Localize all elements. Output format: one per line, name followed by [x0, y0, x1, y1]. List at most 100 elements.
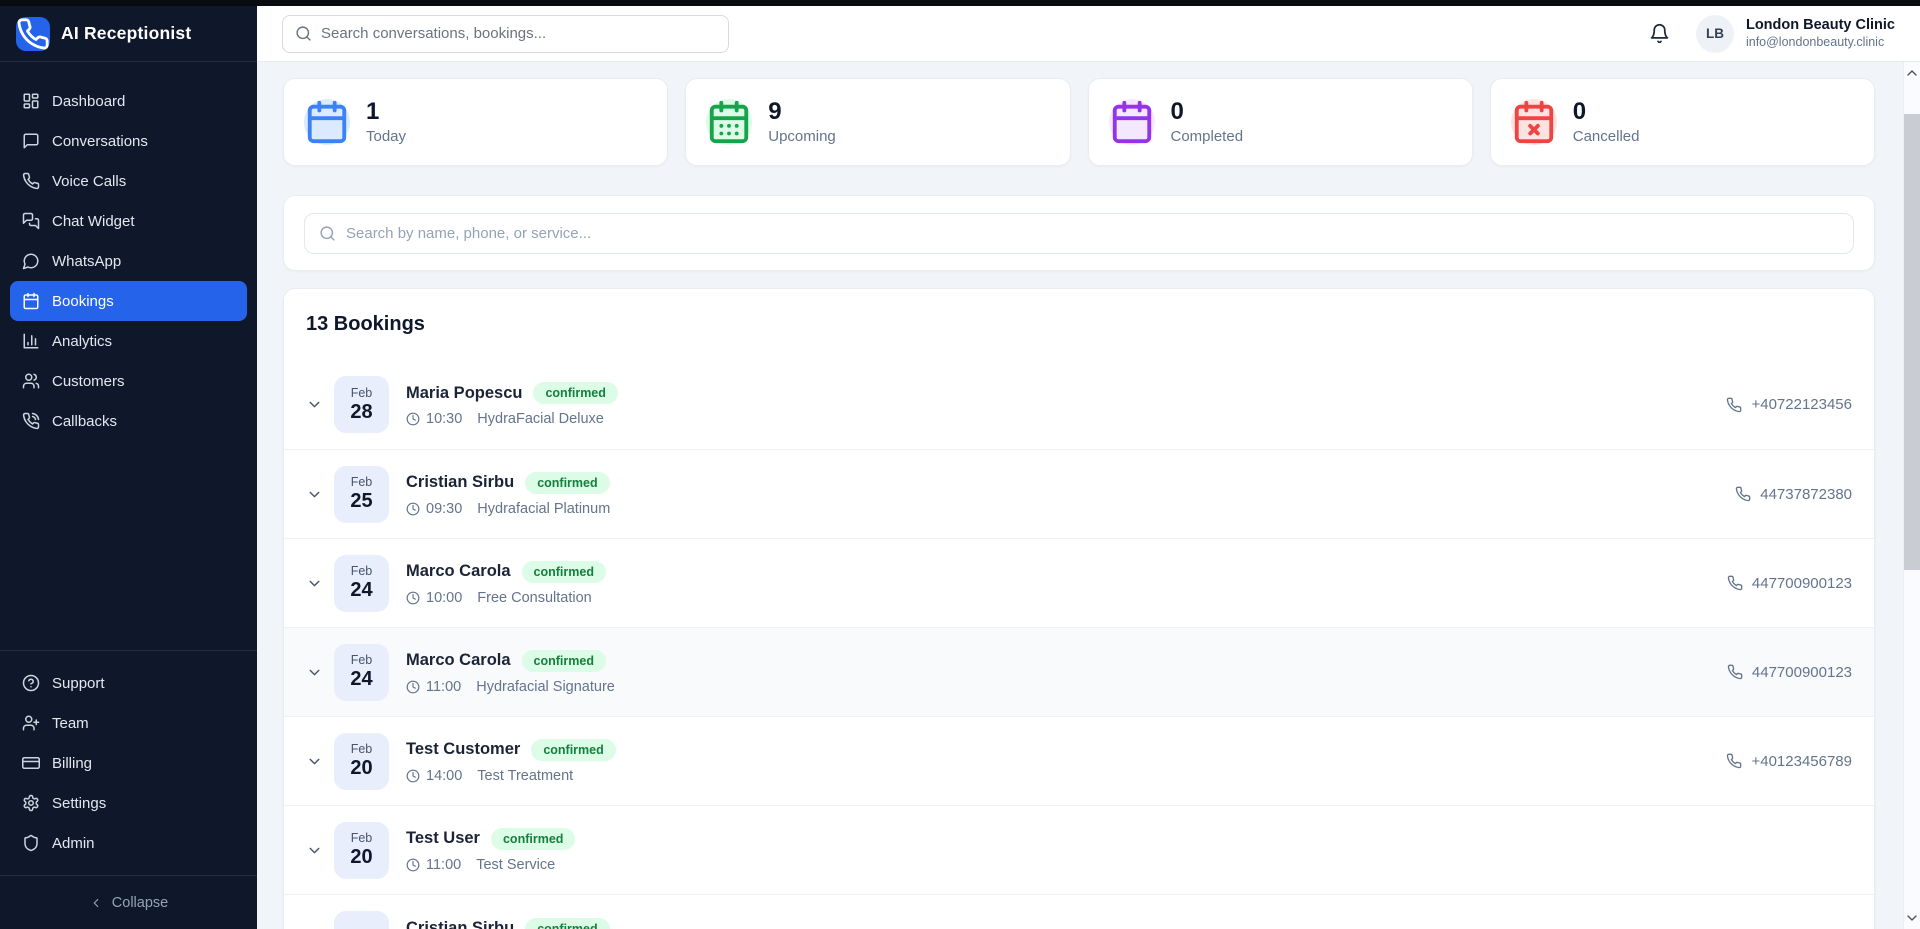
sidebar-item-label: Dashboard	[52, 93, 125, 110]
settings-icon	[22, 794, 40, 812]
sidebar-main-nav: Dashboard Conversations Voice Calls Chat…	[0, 62, 257, 441]
booking-day: 28	[350, 401, 372, 424]
chevron-down-icon[interactable]	[306, 842, 323, 859]
booking-subline: 10:30 HydraFacial Deluxe	[406, 411, 618, 427]
bar-chart-icon	[22, 332, 40, 350]
search-icon	[295, 25, 312, 42]
clock-icon	[406, 680, 420, 694]
stat-card-upcoming: 9 Upcoming	[685, 78, 1070, 166]
booking-status-badge: confirmed	[525, 918, 609, 929]
sidebar-item-label: Callbacks	[52, 413, 117, 430]
booking-customer-name: Cristian Sirbu	[406, 473, 514, 492]
calendar-days-icon	[706, 99, 752, 145]
chevron-down-icon[interactable]	[306, 664, 323, 681]
chevron-down-icon[interactable]	[306, 575, 323, 592]
bookings-count-title: 13 Bookings	[306, 313, 1874, 336]
phone-icon	[1726, 753, 1742, 769]
sidebar-item-team[interactable]: Team	[10, 703, 247, 743]
sidebar-spacer	[0, 441, 257, 650]
chevron-down-icon[interactable]	[306, 396, 323, 413]
booking-row[interactable]: Feb 20 Test User confirmed 11:00	[284, 805, 1874, 894]
booking-phone-number: +40722123456	[1751, 396, 1852, 413]
booking-month: Feb	[351, 653, 373, 667]
booking-row[interactable]: Feb 24 Marco Carola confirmed 11:00	[284, 627, 1874, 716]
sidebar-item-analytics[interactable]: Analytics	[10, 321, 247, 361]
sidebar-item-callbacks[interactable]: Callbacks	[10, 401, 247, 441]
booking-phone: +40123456789	[1726, 753, 1852, 770]
booking-day: 24	[350, 579, 372, 602]
messages-square-icon	[22, 212, 40, 230]
bookings-list: Feb 28 Maria Popescu confirmed 10:30	[284, 360, 1874, 929]
dashboard-icon	[22, 92, 40, 110]
booking-status-badge: confirmed	[491, 828, 575, 850]
sidebar-item-billing[interactable]: Billing	[10, 743, 247, 783]
collapse-button[interactable]: Collapse	[0, 875, 257, 929]
booking-row[interactable]: Feb 20 Test Customer confirmed 14:00	[284, 716, 1874, 805]
avatar: LB	[1696, 15, 1734, 53]
booking-row[interactable]: Feb 25 Cristian Sirbu confirmed 09:30	[284, 449, 1874, 538]
sidebar-item-customers[interactable]: Customers	[10, 361, 247, 401]
phone-icon	[22, 172, 40, 190]
booking-status-badge: confirmed	[522, 561, 606, 583]
booking-row[interactable]: Feb 28 Maria Popescu confirmed 10:30	[284, 360, 1874, 449]
booking-status-badge: confirmed	[522, 650, 606, 672]
booking-day: 24	[350, 668, 372, 691]
stat-label: Upcoming	[768, 128, 836, 145]
sidebar-item-admin[interactable]: Admin	[10, 823, 247, 863]
shield-icon	[22, 834, 40, 852]
stat-value: 0	[1573, 99, 1640, 124]
booking-date-badge: Feb 25	[334, 466, 389, 523]
scroll-up-arrow[interactable]	[1904, 65, 1920, 81]
stat-label: Cancelled	[1573, 128, 1640, 145]
account-email: info@londonbeauty.clinic	[1746, 35, 1895, 51]
booking-month: Feb	[351, 386, 373, 400]
sidebar-item-voice-calls[interactable]: Voice Calls	[10, 161, 247, 201]
global-search-input[interactable]	[321, 25, 716, 42]
sidebar-item-label: Conversations	[52, 133, 148, 150]
booking-customer-name: Marco Carola	[406, 562, 511, 581]
booking-service: Test Treatment	[477, 768, 573, 784]
booking-phone-number: 44737872380	[1760, 486, 1852, 503]
calendar-x-icon	[1511, 99, 1557, 145]
booking-customer-name: Maria Popescu	[406, 384, 522, 403]
sidebar-item-whatsapp[interactable]: WhatsApp	[10, 241, 247, 281]
bookings-search-input[interactable]	[346, 225, 1839, 242]
chevron-down-icon[interactable]	[306, 753, 323, 770]
global-search[interactable]	[282, 15, 729, 53]
clock-icon	[406, 591, 420, 605]
sidebar-item-label: Support	[52, 675, 105, 692]
bookings-search[interactable]	[304, 213, 1854, 254]
sidebar-item-label: Admin	[52, 835, 95, 852]
sidebar-item-support[interactable]: Support	[10, 663, 247, 703]
chevron-down-icon[interactable]	[306, 486, 323, 503]
booking-row[interactable]: Feb 24 Marco Carola confirmed 10:00	[284, 538, 1874, 627]
user-menu[interactable]: LB London Beauty Clinic info@londonbeaut…	[1696, 15, 1895, 53]
sidebar-item-bookings[interactable]: Bookings	[10, 281, 247, 321]
booking-status-badge: confirmed	[533, 382, 617, 404]
stat-value: 0	[1171, 99, 1244, 124]
sidebar-item-conversations[interactable]: Conversations	[10, 121, 247, 161]
stat-value: 1	[366, 99, 406, 124]
booking-month: Feb	[351, 564, 373, 578]
sidebar-item-dashboard[interactable]: Dashboard	[10, 81, 247, 121]
app-title: AI Receptionist	[61, 23, 191, 44]
stat-card-cancelled: 0 Cancelled	[1490, 78, 1875, 166]
scroll-thumb[interactable]	[1904, 114, 1920, 570]
calendar-icon	[304, 99, 350, 145]
booking-phone: 44737872380	[1735, 486, 1852, 503]
booking-day: 20	[350, 757, 372, 780]
booking-phone: +40722123456	[1726, 396, 1852, 413]
bell-icon[interactable]	[1649, 23, 1670, 44]
booking-phone-number: 447700900123	[1752, 664, 1852, 681]
stats-row: 1 Today 9 Upcoming 0 Completed 0	[283, 78, 1875, 166]
search-icon	[319, 225, 336, 242]
bookings-filter-card	[283, 195, 1875, 271]
booking-status-badge: confirmed	[531, 739, 615, 761]
booking-subline: 11:00 Hydrafacial Signature	[406, 679, 615, 695]
scroll-down-arrow[interactable]	[1904, 910, 1920, 926]
booking-row[interactable]: Feb Cristian Sirbu confirmed	[284, 894, 1874, 929]
scrollbar[interactable]	[1903, 62, 1920, 929]
sidebar-item-chat-widget[interactable]: Chat Widget	[10, 201, 247, 241]
sidebar: AI Receptionist Dashboard Conversations …	[0, 0, 257, 929]
sidebar-item-settings[interactable]: Settings	[10, 783, 247, 823]
